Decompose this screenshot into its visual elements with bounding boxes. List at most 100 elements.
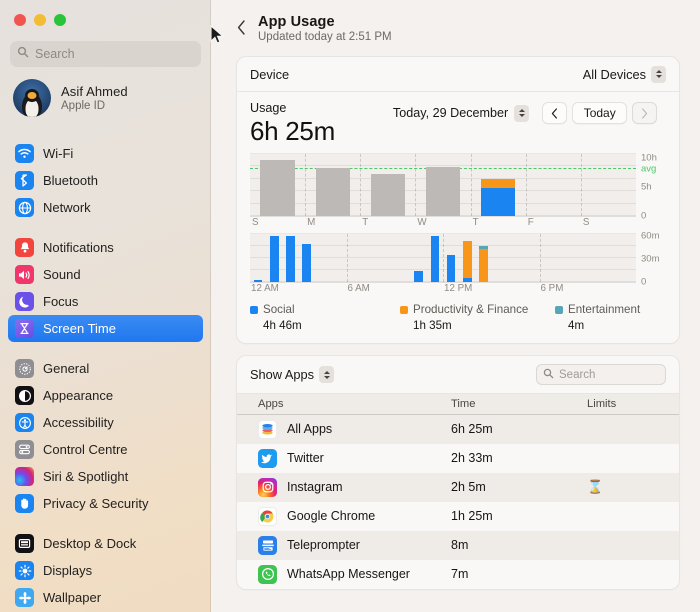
sidebar-group-appearance: Desktop & Dock Displays Wallpaper xyxy=(0,530,211,611)
table-row[interactable]: Instagram 2h 5m ⌛ xyxy=(237,472,679,502)
sidebar-item-wi-fi[interactable]: Wi-Fi xyxy=(8,140,203,167)
sidebar-item-notifications[interactable]: Notifications xyxy=(8,234,203,261)
panel-header: App Usage Updated today at 2:51 PM xyxy=(211,0,700,43)
hourly-bar[interactable] xyxy=(478,246,488,282)
desktop-dock-icon xyxy=(15,534,34,553)
table-row[interactable]: WhatsApp Messenger 7m xyxy=(237,560,679,589)
sidebar-search-input[interactable]: Search xyxy=(10,41,201,67)
sidebar-item-label: Focus xyxy=(43,294,79,309)
sidebar-item-bluetooth[interactable]: Bluetooth xyxy=(8,167,203,194)
hourly-bar[interactable] xyxy=(269,235,279,282)
column-header-limits[interactable]: Limits xyxy=(587,393,679,415)
app-name: Twitter xyxy=(287,451,324,465)
apps-card: Show Apps Search Apps Time Limits All Ap… xyxy=(236,355,680,590)
sidebar-item-sound[interactable]: Sound xyxy=(8,261,203,288)
y-axis-tick: 60m xyxy=(641,230,660,242)
hourly-bar[interactable] xyxy=(430,235,440,282)
today-button[interactable]: Today xyxy=(572,102,628,124)
device-row: Device All Devices xyxy=(237,57,679,92)
hourly-y-axis: 60m 30m 0 xyxy=(636,230,666,287)
control-centre-switches-icon xyxy=(15,440,34,459)
close-button[interactable] xyxy=(14,14,26,26)
sidebar: Search Asif Ahmed Apple ID Wi-Fi Bluetoo… xyxy=(0,0,211,612)
y-axis-tick: 5h xyxy=(641,181,652,193)
notifications-bell-icon xyxy=(15,238,34,257)
column-header-time[interactable]: Time xyxy=(451,393,587,415)
y-axis-tick: 0 xyxy=(641,210,647,222)
sidebar-item-screen-time[interactable]: Screen Time xyxy=(8,315,203,342)
legend-item: Productivity & Finance 1h 35m xyxy=(400,303,555,332)
hourly-bar[interactable] xyxy=(285,235,295,282)
legend-swatch xyxy=(400,305,408,314)
app-time: 6h 25m xyxy=(451,414,587,444)
weekly-usage-chart[interactable]: 10h 5h 0 avg S M T W T F S xyxy=(250,152,666,230)
sidebar-group-system: General Appearance Accessibility Control… xyxy=(0,355,211,517)
table-row[interactable]: Twitter 2h 33m xyxy=(237,444,679,473)
day-separator xyxy=(305,154,307,216)
x-axis-tick: 6 PM xyxy=(540,283,564,294)
hourly-usage-chart[interactable]: 60m 30m 0 12 AM 6 AM 12 PM 6 PM xyxy=(250,230,666,296)
table-row[interactable]: Teleprompter 8m xyxy=(237,530,679,560)
next-day-button[interactable] xyxy=(632,102,658,124)
sidebar-item-label: Sound xyxy=(43,267,81,282)
sidebar-item-desktop-and-dock[interactable]: Desktop & Dock xyxy=(8,530,203,557)
chevron-right-icon xyxy=(642,107,648,119)
sidebar-item-control-centre[interactable]: Control Centre xyxy=(8,436,203,463)
minimize-button[interactable] xyxy=(34,14,46,26)
account-subtitle: Apple ID xyxy=(61,100,106,112)
accessibility-person-icon xyxy=(15,413,34,432)
usage-label: Usage xyxy=(250,101,287,115)
sidebar-item-focus[interactable]: Focus xyxy=(8,288,203,315)
sidebar-item-label: Accessibility xyxy=(43,415,114,430)
app-name: All Apps xyxy=(287,422,333,437)
apple-id-account-row[interactable]: Asif Ahmed Apple ID xyxy=(0,67,211,127)
sidebar-item-general[interactable]: General xyxy=(8,355,203,382)
sidebar-item-label: Notifications xyxy=(43,240,114,255)
bar-segment xyxy=(301,244,311,282)
date-range-popup-button[interactable]: Today, 29 December xyxy=(393,104,530,122)
hour-separator xyxy=(346,234,348,282)
gridline xyxy=(250,153,636,154)
sidebar-item-accessibility[interactable]: Accessibility xyxy=(8,409,203,436)
hourly-bar[interactable] xyxy=(414,271,424,282)
weekly-bar[interactable] xyxy=(260,159,295,216)
up-down-stepper-icon xyxy=(319,366,335,383)
column-header-apps[interactable]: Apps xyxy=(237,393,451,415)
day-separator xyxy=(360,154,362,216)
weekly-bar[interactable] xyxy=(315,168,350,216)
previous-day-button[interactable] xyxy=(542,102,568,124)
x-axis-tick: 6 AM xyxy=(347,283,370,294)
apps-search-input[interactable]: Search xyxy=(536,364,666,385)
show-apps-popup-button[interactable]: Show Apps xyxy=(250,366,335,383)
weekly-bar[interactable] xyxy=(425,166,461,216)
sidebar-item-network[interactable]: Network xyxy=(8,194,203,221)
hourly-bar[interactable] xyxy=(462,240,472,282)
weekly-bar[interactable] xyxy=(370,174,405,216)
sidebar-item-label: Network xyxy=(43,200,91,215)
sidebar-item-displays[interactable]: Displays xyxy=(8,557,203,584)
app-limit-hourglass-icon[interactable]: ⌛ xyxy=(587,479,603,495)
sidebar-item-appearance[interactable]: Appearance xyxy=(8,382,203,409)
app-name: Instagram xyxy=(287,480,343,494)
hourly-bar[interactable] xyxy=(446,254,456,282)
hour-separator xyxy=(443,234,444,282)
hourly-bar[interactable] xyxy=(301,244,311,282)
back-button[interactable] xyxy=(228,14,254,40)
sidebar-item-privacy-and-security[interactable]: Privacy & Security xyxy=(8,490,203,517)
zoom-button[interactable] xyxy=(54,14,66,26)
legend-label: Social xyxy=(263,303,295,316)
usage-charts: 10h 5h 0 avg S M T W T F S 60m 30m 0 12 AM 6 AM 12 PM… xyxy=(237,147,679,296)
weekly-bar[interactable] xyxy=(481,178,516,216)
up-down-stepper-icon xyxy=(514,104,530,122)
sidebar-item-siri-and-spotlight[interactable]: Siri & Spotlight xyxy=(8,463,203,490)
y-axis-tick: 10h xyxy=(641,152,657,164)
bar-segment xyxy=(430,235,440,282)
device-popup-button[interactable]: All Devices xyxy=(583,65,666,83)
table-row[interactable]: Google Chrome 1h 25m xyxy=(237,502,679,531)
sidebar-item-wallpaper[interactable]: Wallpaper xyxy=(8,584,203,611)
x-axis-tick: T xyxy=(472,217,479,228)
app-limit xyxy=(587,560,679,589)
table-row[interactable]: All Apps 6h 25m xyxy=(237,414,679,444)
wifi-icon xyxy=(15,144,34,163)
main-panel: App Usage Updated today at 2:51 PM Devic… xyxy=(211,0,700,612)
